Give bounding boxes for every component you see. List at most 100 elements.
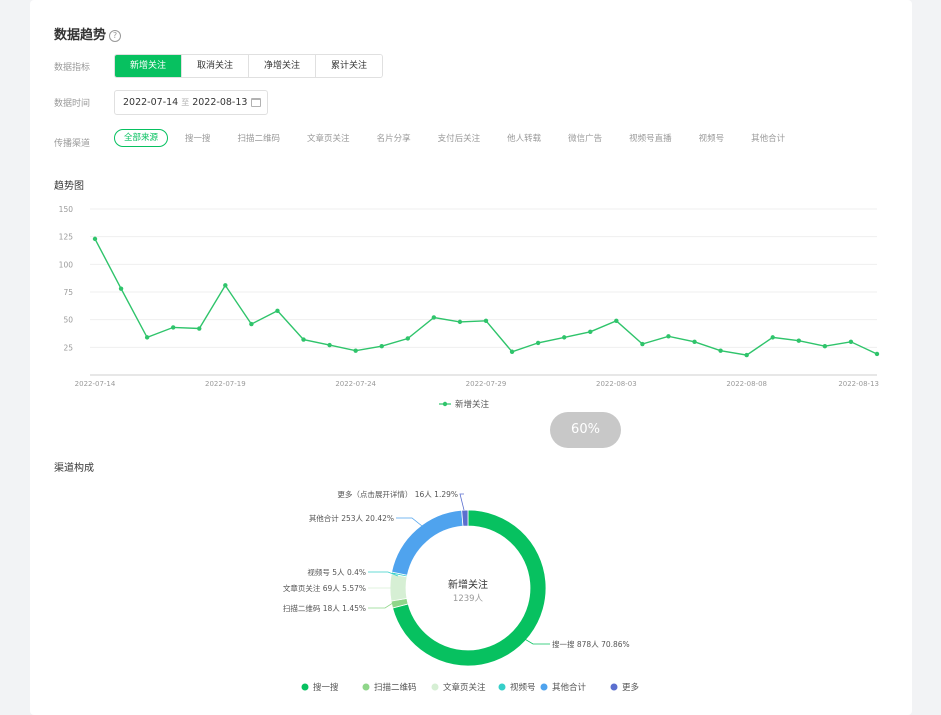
data-point — [405, 336, 410, 341]
time-label: 数据时间 — [54, 99, 91, 109]
loading-progress-pill: 60% — [550, 412, 621, 448]
callout-line — [396, 517, 423, 527]
series-line — [94, 238, 878, 356]
data-point — [275, 308, 280, 314]
data-point — [379, 344, 384, 349]
x-tick-label: 2022-08-08 — [726, 380, 767, 388]
data-point — [509, 349, 515, 354]
data-point — [144, 335, 150, 340]
legend-label: 视频号 — [510, 682, 536, 693]
tab-new-follow[interactable]: 新增关注 — [115, 55, 182, 77]
legend-dot — [540, 683, 548, 691]
help-icon[interactable]: ? — [109, 30, 122, 42]
legend-marker — [442, 401, 448, 407]
channel-label: 传播渠道 — [54, 139, 91, 149]
donut-center-value: 1239人 — [453, 594, 484, 604]
data-point — [822, 344, 828, 349]
data-trend-card: 数据趋势? 数据指标 新增关注 取消关注 净增关注 累计关注 数据时间 2022… — [30, 0, 912, 715]
legend-label: 更多 — [622, 682, 640, 693]
legend-label: 其他合计 — [552, 682, 587, 693]
page-title: 数据趋势? — [54, 24, 122, 43]
y-tick-label: 25 — [63, 343, 73, 352]
legend-label: 新增关注 — [455, 399, 490, 410]
chip-search[interactable]: 搜一搜 — [185, 132, 211, 144]
end-date: 2022-08-13 — [192, 97, 248, 108]
trend-line-chart: 25 50 75 100 125 150 2022-07-14 2022-07-19 2022-… — [59, 205, 880, 410]
tab-net-follow[interactable]: 净增关注 — [248, 55, 316, 77]
channel-donut-chart: 新增关注 1239人搜一搜 878人 70.86% 扫描二维码 18人 1.45% 文… — [283, 489, 640, 693]
donut-slice — [391, 509, 464, 576]
data-point — [614, 318, 619, 323]
calendar-icon — [251, 98, 261, 107]
y-tick-label: 125 — [59, 233, 74, 242]
chip-channels[interactable]: 视频号 — [699, 132, 725, 144]
x-tick-label: 2022-08-13 — [838, 380, 879, 388]
legend-label: 扫描二维码 — [374, 682, 417, 693]
data-point — [118, 286, 124, 291]
data-point — [666, 334, 671, 339]
date-range-picker[interactable]: 2022-07-14 至 2022-08-13 — [114, 90, 268, 115]
breakdown-title: 渠道构成 — [54, 463, 94, 474]
data-point — [744, 352, 749, 358]
data-point — [535, 340, 541, 346]
data-point — [562, 335, 567, 340]
legend-dot — [431, 683, 439, 691]
metric-label: 数据指标 — [54, 63, 91, 73]
donut-center-label: 新增关注 — [448, 578, 488, 591]
callout-label: 文章页关注 69人 5.57% — [283, 583, 366, 593]
data-point — [327, 342, 332, 348]
metric-tabs: 新增关注 取消关注 净增关注 累计关注 — [114, 54, 384, 78]
date-separator: 至 — [181, 98, 190, 107]
data-point — [197, 326, 202, 331]
data-point — [588, 329, 593, 335]
chip-card-share[interactable]: 名片分享 — [377, 132, 411, 144]
y-tick-label: 50 — [63, 316, 73, 325]
data-point — [640, 341, 645, 347]
legend-dot — [610, 683, 618, 691]
data-point — [457, 319, 463, 325]
start-date: 2022-07-14 — [123, 97, 179, 108]
channel-chips: 全部来源 搜一搜 扫描二维码 文章页关注 名片分享 支付后关注 他人转载 微信广… — [114, 129, 785, 147]
data-point — [692, 339, 697, 344]
callout-label: 其他合计 253人 20.42% — [309, 513, 394, 523]
callout-line — [459, 493, 465, 511]
y-tick-label: 150 — [59, 205, 74, 214]
data-point — [171, 325, 176, 330]
x-tick-label: 2022-07-19 — [205, 380, 246, 388]
trend-title: 趋势图 — [54, 181, 84, 192]
data-point — [223, 283, 228, 288]
x-tick-label: 2022-08-03 — [596, 380, 637, 388]
callout-label: 更多（点击展开详情） 16人 1.29% — [337, 489, 458, 499]
data-point — [249, 321, 254, 327]
data-point — [718, 348, 723, 353]
data-point — [874, 351, 880, 357]
chip-scan-qr[interactable]: 扫描二维码 — [238, 132, 281, 144]
data-point — [848, 339, 854, 344]
legend-dot — [301, 683, 309, 691]
legend-dot — [362, 683, 370, 691]
chip-after-pay[interactable]: 支付后关注 — [438, 132, 481, 144]
y-tick-label: 100 — [59, 260, 74, 269]
legend-dot — [498, 683, 506, 691]
donut-slice — [389, 573, 408, 602]
x-tick-label: 2022-07-24 — [335, 380, 376, 388]
x-tick-label: 2022-07-29 — [466, 380, 507, 388]
data-point — [301, 337, 306, 342]
tab-total-follow[interactable]: 累计关注 — [315, 55, 383, 77]
chip-reprint[interactable]: 他人转载 — [507, 132, 541, 144]
chip-wechat-ads[interactable]: 微信广告 — [568, 132, 602, 144]
callout-label: 扫描二维码 18人 1.45% — [283, 603, 366, 613]
data-point — [796, 338, 801, 343]
y-tick-label: 75 — [63, 288, 73, 297]
callout-label: 视频号 5人 0.4% — [307, 567, 366, 577]
chip-article-follow[interactable]: 文章页关注 — [307, 132, 350, 144]
chip-channels-live[interactable]: 视频号直播 — [629, 132, 672, 144]
data-point — [770, 335, 775, 340]
legend-label: 文章页关注 — [443, 682, 486, 693]
chip-other-total[interactable]: 其他合计 — [751, 132, 785, 144]
donut-slice — [461, 509, 469, 527]
data-point — [483, 318, 489, 323]
x-tick-label: 2022-07-14 — [75, 380, 116, 388]
chip-all-sources[interactable]: 全部来源 — [114, 129, 169, 147]
tab-unfollow[interactable]: 取消关注 — [181, 55, 249, 77]
